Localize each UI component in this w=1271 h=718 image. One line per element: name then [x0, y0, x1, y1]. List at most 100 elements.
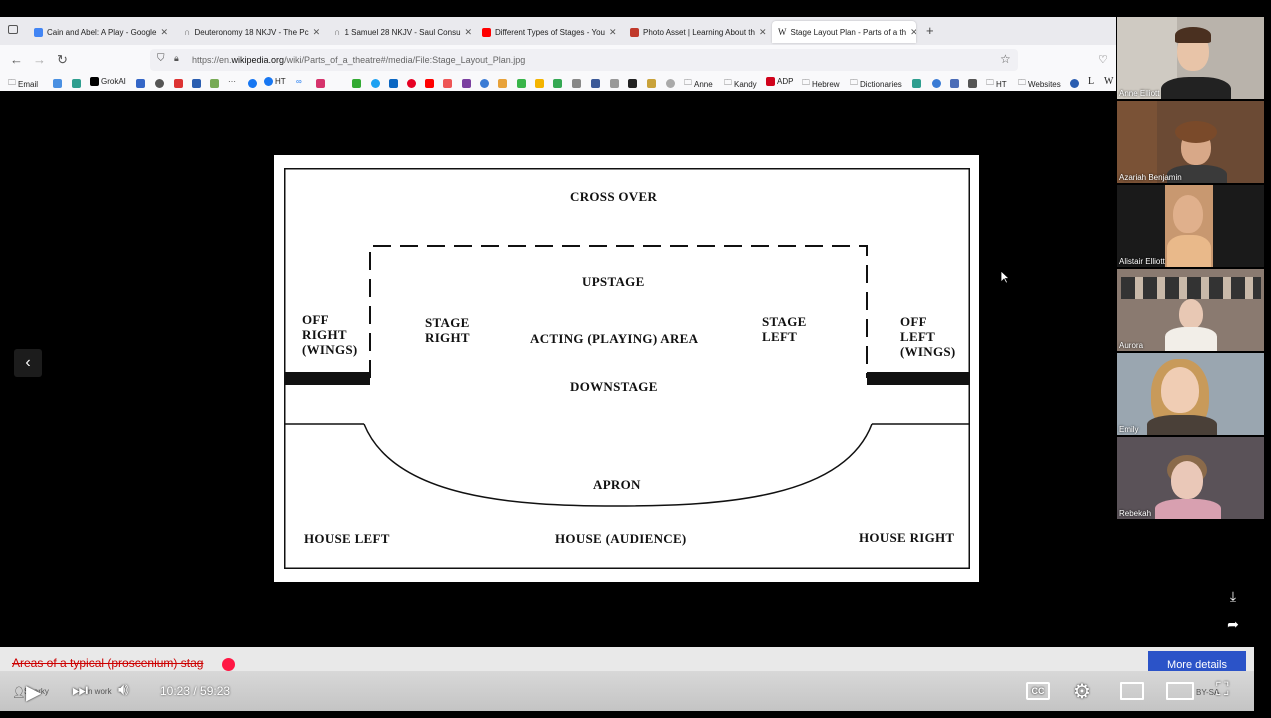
progress-scrubber[interactable]: [222, 658, 235, 671]
label-cross-over: CROSS OVER: [570, 189, 658, 204]
bookmark-icon[interactable]: [553, 79, 562, 88]
bookmark-icon[interactable]: [174, 79, 183, 88]
tab-photo-asset[interactable]: Photo Asset | Learning About th ✕: [624, 21, 770, 43]
url-bar[interactable]: ⛉ 🔒︎ https://en.wikipedia.org/wiki/Parts…: [150, 49, 1018, 71]
tab-title: Photo Asset | Learning About th: [643, 27, 755, 37]
bookmark-star-icon[interactable]: ☆: [1000, 52, 1011, 66]
bookmark-l[interactable]: L: [1088, 76, 1094, 87]
participant-tile[interactable]: Emily: [1117, 353, 1264, 435]
share-icon[interactable]: ➦: [1222, 616, 1244, 638]
bookmark-kandy[interactable]: 🗀︎ Kandy: [724, 77, 757, 91]
bookmark-email[interactable]: 🗀︎ Email: [8, 77, 38, 91]
avatar: [1179, 299, 1203, 329]
adp-icon: [766, 77, 775, 86]
url-domain: wikipedia.org: [231, 55, 285, 65]
fullscreen-icon[interactable]: ⛶: [1216, 679, 1229, 700]
bookmark-icon[interactable]: [591, 79, 600, 88]
participant-tile[interactable]: Rebekah: [1117, 437, 1264, 519]
bookmarks-bar: 🗀︎Email GrokAI ⋯ HT ∞ 🗀︎Anne 🗀︎Kandy: [0, 75, 1116, 91]
linkedin-icon[interactable]: [389, 79, 398, 88]
bookmark-icon[interactable]: [932, 79, 941, 88]
bookmark-icon[interactable]: [155, 79, 164, 88]
bookmark-icon[interactable]: [666, 79, 675, 88]
bookmark-icon[interactable]: [1070, 79, 1079, 88]
participant-name: Anne Elliott: [1119, 89, 1160, 98]
bookmark-ht-folder[interactable]: 🗀︎ HT: [986, 77, 1007, 91]
next-icon[interactable]: ⏭︎: [72, 680, 88, 701]
close-icon[interactable]: ✕: [910, 27, 916, 38]
bookmark-icon[interactable]: [535, 79, 544, 88]
theater-mode-icon[interactable]: [1166, 682, 1194, 700]
participant-tile[interactable]: Azariah Benjamin: [1117, 101, 1264, 183]
folder-icon: 🗀︎: [850, 78, 858, 87]
meta-icon[interactable]: ∞: [296, 77, 302, 86]
image-caption: Areas of a typical (proscenium) stag: [12, 656, 204, 670]
participant-tile[interactable]: Alistair Elliott: [1117, 185, 1264, 267]
tab-cain-and-abel[interactable]: Cain and Abel: A Play - Google ✕: [28, 21, 174, 43]
bookmark-icon[interactable]: [968, 79, 977, 88]
pocket-icon[interactable]: ♡: [1098, 53, 1108, 66]
facebook-icon[interactable]: [248, 79, 257, 88]
bookmark-icon[interactable]: [443, 79, 452, 88]
bookmark-icon[interactable]: [210, 79, 219, 88]
close-icon[interactable]: ✕: [759, 27, 767, 38]
participant-tile[interactable]: Aurora: [1117, 269, 1264, 351]
bookmark-icon[interactable]: [192, 79, 201, 88]
bookmark-icon[interactable]: [136, 79, 145, 88]
bookmark-icon[interactable]: [572, 79, 581, 88]
participant-tile[interactable]: Anne Elliott: [1117, 17, 1264, 99]
bookmark-icon[interactable]: [950, 79, 959, 88]
bookmark-icon[interactable]: [53, 79, 62, 88]
forward-arrow-icon[interactable]: →: [33, 52, 46, 67]
tab-deuteronomy[interactable]: ∩ Deuteronomy 18 NKJV - The Pc ✕: [178, 21, 324, 43]
youtube-icon: [482, 27, 491, 37]
shoulders: [1167, 235, 1211, 267]
bookmark-label: Kandy: [734, 79, 757, 89]
bookmark-websites[interactable]: 🗀︎ Websites: [1018, 77, 1061, 91]
bookmark-adp[interactable]: ADP: [766, 77, 793, 86]
avatar: [1173, 195, 1203, 233]
diagram-border: [284, 168, 970, 569]
close-icon[interactable]: ✕: [160, 27, 168, 38]
play-icon[interactable]: ▶: [26, 680, 41, 705]
settings-gear-icon[interactable]: ⚙︎: [1073, 679, 1091, 704]
bookmark-icon[interactable]: [647, 79, 656, 88]
bookmark-icon[interactable]: [462, 79, 471, 88]
tab-different-types-of-stages[interactable]: Different Types of Stages - You ✕: [476, 21, 622, 43]
bookmark-icon[interactable]: [480, 79, 489, 88]
bookmark-icon[interactable]: [352, 79, 361, 88]
bookmark-icon[interactable]: [72, 79, 81, 88]
browser-window: Cain and Abel: A Play - Google ✕ ∩ Deute…: [0, 17, 1116, 91]
previous-slide-button[interactable]: ‹: [14, 349, 42, 377]
volume-icon[interactable]: 🔊︎: [118, 680, 129, 700]
pinterest-icon[interactable]: [407, 79, 416, 88]
new-tab-button[interactable]: +: [926, 23, 934, 38]
tab-stage-layout-plan[interactable]: W Stage Layout Plan - Parts of a th ✕: [772, 21, 916, 43]
miniplayer-icon[interactable]: [1120, 682, 1144, 700]
download-icon[interactable]: ⤓: [1222, 588, 1244, 610]
bookmark-dictionaries[interactable]: 🗀︎ Dictionaries: [850, 77, 902, 91]
bookmark-icon[interactable]: [517, 79, 526, 88]
bookmark-anne[interactable]: 🗀︎ Anne: [684, 77, 713, 91]
tab-overview-icon[interactable]: [8, 25, 18, 34]
more-bookmarks[interactable]: ⋯: [228, 77, 236, 86]
bookmark-hebrew[interactable]: 🗀︎ Hebrew: [802, 77, 840, 91]
instagram-icon[interactable]: [316, 79, 325, 88]
bookmark-grokai[interactable]: GrokAI: [90, 77, 126, 86]
captions-icon[interactable]: CC: [1026, 682, 1050, 700]
tab-1-samuel[interactable]: ∩ 1 Samuel 28 NKJV - Saul Consu ✕: [328, 21, 474, 43]
bookmark-icon[interactable]: [498, 79, 507, 88]
close-icon[interactable]: ✕: [609, 27, 617, 38]
close-icon[interactable]: ✕: [465, 27, 473, 38]
reload-icon[interactable]: ↻: [57, 52, 68, 68]
bookmark-icon[interactable]: [912, 79, 921, 88]
youtube-icon[interactable]: [425, 79, 434, 88]
bookmark-ht[interactable]: HT: [264, 77, 286, 86]
twitter-icon[interactable]: [371, 79, 380, 88]
bookmark-icon[interactable]: [610, 79, 619, 88]
wikipedia-icon[interactable]: W: [1104, 76, 1113, 87]
apron-curve: [363, 423, 873, 507]
close-icon[interactable]: ✕: [313, 27, 321, 38]
back-arrow-icon[interactable]: ←: [10, 52, 23, 67]
bookmark-icon[interactable]: [628, 79, 637, 88]
